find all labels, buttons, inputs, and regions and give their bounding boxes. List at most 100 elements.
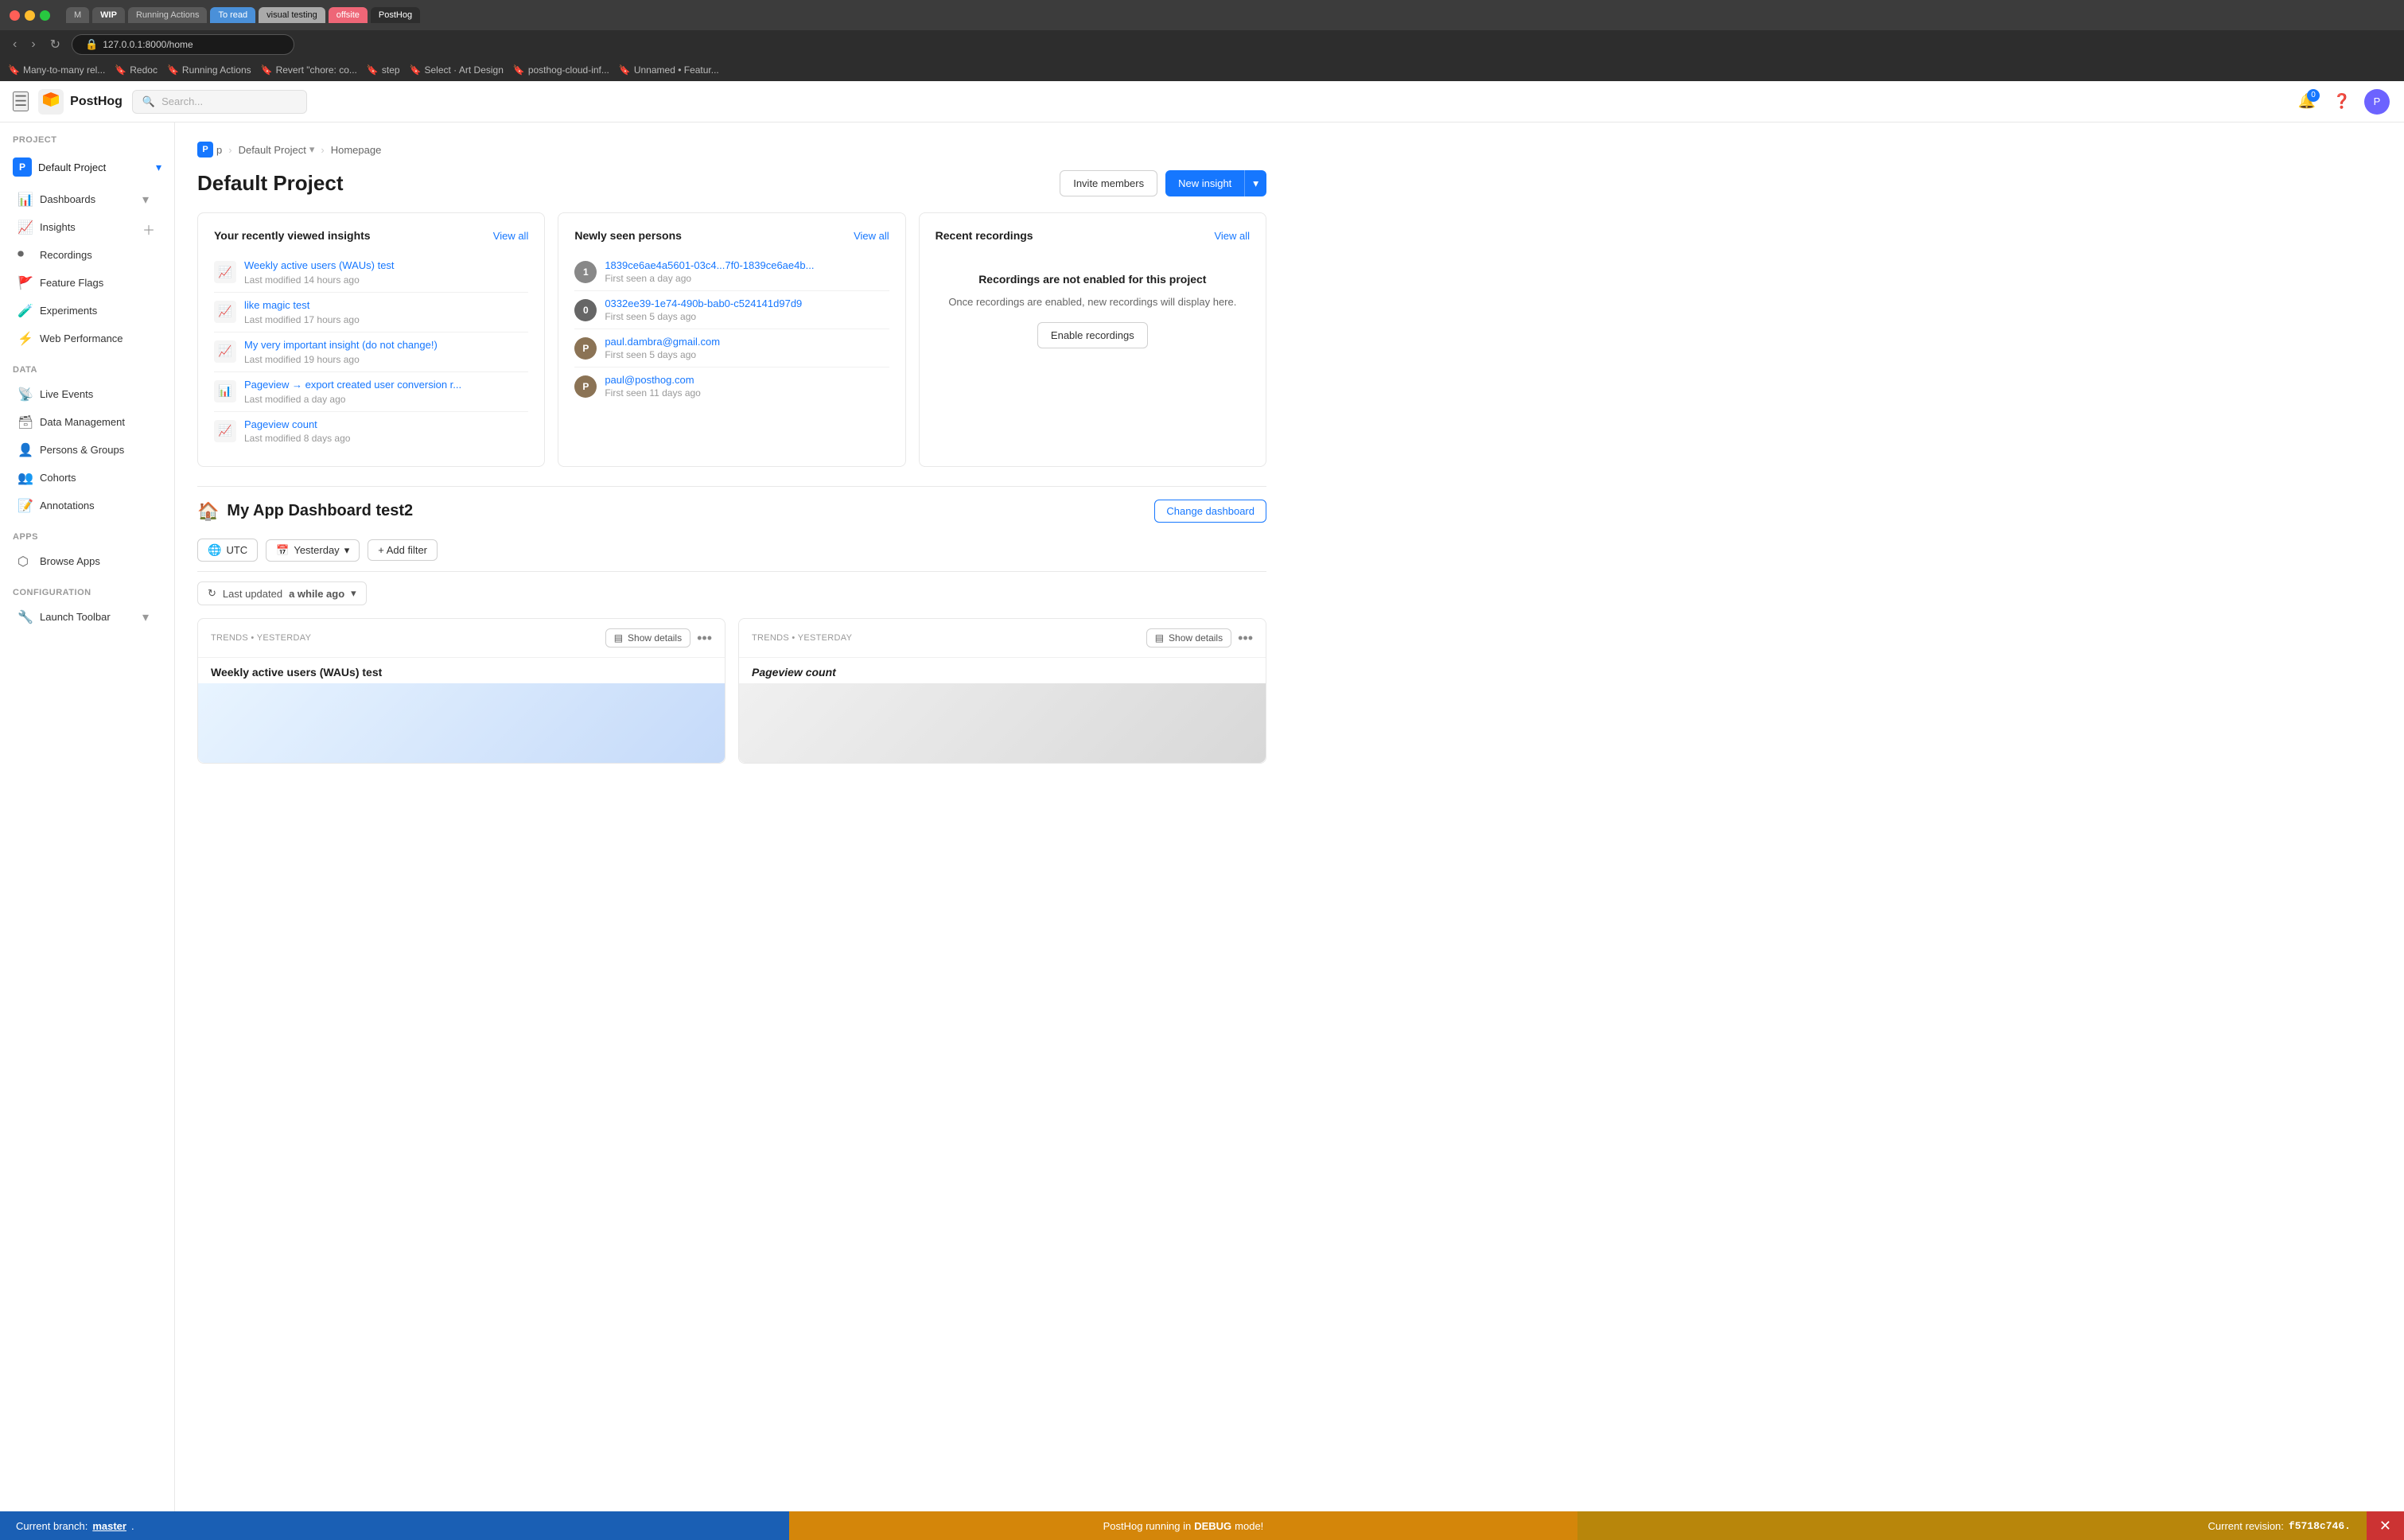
launch-toolbar-icon: 🔧 — [18, 609, 32, 624]
bookmark-many-to-many[interactable]: 🔖 Many-to-many rel... — [8, 64, 105, 76]
sidebar-label-live-events: Live Events — [40, 388, 157, 400]
sidebar-item-feature-flags[interactable]: 🚩 Feature Flags — [5, 269, 169, 296]
newly-seen-title: Newly seen persons — [574, 229, 682, 242]
recordings-view-all[interactable]: View all — [1214, 230, 1250, 242]
browser-tab-offsite[interactable]: offsite — [329, 7, 368, 23]
breadcrumb-project-icon: P — [197, 142, 213, 158]
insight-name-5[interactable]: Pageview count — [244, 418, 528, 432]
nav-buttons[interactable]: ‹ › ↻ — [8, 35, 65, 54]
sidebar-item-cohorts[interactable]: 👥 Cohorts — [5, 464, 169, 491]
search-bar[interactable]: 🔍 Search... — [132, 90, 307, 114]
sidebar-item-data-management[interactable]: 🗃 Data Management — [5, 408, 169, 435]
browser-tab-posthog[interactable]: PostHog — [371, 7, 420, 23]
hamburger-menu[interactable]: ☰ — [13, 91, 29, 111]
browser-tabs: M WIP Running Actions To read visual tes… — [66, 7, 2394, 23]
breadcrumb: P p › Default Project ▾ › Homepage — [197, 142, 1266, 158]
refresh-button[interactable]: ↻ — [45, 35, 65, 54]
bookmark-posthog-cloud[interactable]: 🔖 posthog-cloud-inf... — [513, 64, 609, 76]
sidebar-item-live-events[interactable]: 📡 Live Events — [5, 380, 169, 407]
last-updated-bar[interactable]: ↻ Last updated a while ago ▾ — [197, 581, 367, 605]
show-details-button-2[interactable]: ▤ Show details — [1146, 628, 1231, 648]
bookmark-select-art[interactable]: 🔖 Select · Art Design — [410, 64, 504, 76]
user-avatar: P — [2364, 89, 2390, 115]
new-insight-dropdown[interactable]: ▾ — [1244, 170, 1266, 196]
insight-item-1: 📈 Weekly active users (WAUs) test Last m… — [214, 253, 528, 293]
more-options-button-2[interactable]: ••• — [1238, 630, 1253, 647]
person-name-1[interactable]: 1839ce6ae4a5601-03c4...7f0-1839ce6ae4b..… — [605, 259, 889, 271]
utc-filter[interactable]: 🌐 UTC — [197, 539, 258, 562]
dashboard-home-icon: 🏠 — [197, 501, 219, 522]
status-close-button[interactable]: ✕ — [2367, 1511, 2404, 1540]
forward-button[interactable]: › — [26, 35, 40, 54]
enable-recordings-button[interactable]: Enable recordings — [1037, 322, 1148, 348]
dashboard-card-1-header: TRENDS • YESTERDAY ▤ Show details ••• — [198, 619, 725, 658]
help-button[interactable]: ❓ — [2328, 88, 2356, 116]
breadcrumb-p[interactable]: P p — [197, 142, 222, 158]
sidebar-item-web-performance[interactable]: ⚡ Web Performance — [5, 325, 169, 352]
browser-tab-wip[interactable]: WIP — [92, 7, 125, 23]
sidebar-item-persons-groups[interactable]: 👤 Persons & Groups — [5, 436, 169, 463]
sidebar-item-recordings[interactable]: ⏺ Recordings — [5, 241, 169, 268]
status-debug-mode: DEBUG — [1194, 1520, 1231, 1532]
person-name-3[interactable]: paul.dambra@gmail.com — [605, 336, 889, 348]
recently-viewed-view-all[interactable]: View all — [493, 230, 529, 242]
bookmark-redoc[interactable]: 🔖 Redoc — [115, 64, 158, 76]
add-filter-button[interactable]: + Add filter — [368, 539, 438, 561]
sidebar-item-launch-toolbar[interactable]: 🔧 Launch Toolbar ▾ — [5, 603, 169, 630]
project-selector[interactable]: P Default Project ▾ — [0, 150, 174, 185]
bookmark-unnamed[interactable]: 🔖 Unnamed • Featur... — [619, 64, 719, 76]
utc-label: UTC — [226, 544, 247, 556]
notifications-button[interactable]: 🔔 0 — [2293, 88, 2321, 116]
bookmark-label: posthog-cloud-inf... — [528, 64, 609, 76]
back-button[interactable]: ‹ — [8, 35, 21, 54]
address-bar[interactable]: 🔒 127.0.0.1:8000/home — [72, 34, 294, 55]
date-filter[interactable]: 📅 Yesterday ▾ — [266, 539, 360, 562]
person-name-4[interactable]: paul@posthog.com — [605, 374, 889, 386]
insight-name-3[interactable]: My very important insight (do not change… — [244, 339, 528, 352]
insight-name-4[interactable]: Pageview → export created user conversio… — [244, 379, 528, 392]
bookmark-running-actions[interactable]: 🔖 Running Actions — [167, 64, 251, 76]
insight-chart-icon-1: 📈 — [214, 261, 236, 283]
person-meta-1: First seen a day ago — [605, 273, 889, 284]
maximize-window-btn[interactable] — [40, 10, 50, 21]
cohorts-icon: 👥 — [18, 470, 32, 484]
person-name-2[interactable]: 0332ee39-1e74-490b-bab0-c524141d97d9 — [605, 298, 889, 309]
show-details-button-1[interactable]: ▤ Show details — [605, 628, 690, 648]
sidebar-item-annotations[interactable]: 📝 Annotations — [5, 492, 169, 519]
bookmark-icon: 🔖 — [410, 64, 422, 76]
window-controls[interactable] — [10, 10, 50, 21]
recent-recordings-header: Recent recordings View all — [936, 229, 1250, 242]
user-menu-button[interactable]: P — [2363, 88, 2391, 116]
breadcrumb-project-label: Default Project — [239, 144, 306, 156]
insight-name-2[interactable]: like magic test — [244, 299, 528, 313]
sidebar-item-dashboards[interactable]: 📊 Dashboards ▾ — [5, 185, 169, 212]
invite-members-button[interactable]: Invite members — [1060, 170, 1157, 196]
minimize-window-btn[interactable] — [25, 10, 35, 21]
browser-tab-actions[interactable]: Running Actions — [128, 7, 208, 23]
logo: PostHog — [38, 89, 123, 115]
bookmark-revert[interactable]: 🔖 Revert "chore: co... — [261, 64, 357, 76]
launch-toolbar-chevron-icon: ▾ — [142, 609, 157, 624]
chevron-down-icon[interactable]: ▾ — [142, 192, 157, 206]
more-options-button-1[interactable]: ••• — [697, 630, 712, 647]
breadcrumb-default-project[interactable]: Default Project ▾ — [239, 143, 315, 156]
persons-list: 1 1839ce6ae4a5601-03c4...7f0-1839ce6ae4b… — [574, 253, 889, 405]
close-window-btn[interactable] — [10, 10, 20, 21]
browser-tab-gmail[interactable]: M — [66, 7, 89, 23]
sidebar-item-insights[interactable]: 📈 Insights ＋ — [5, 213, 169, 240]
dashboard-card-1-title: Weekly active users (WAUs) test — [198, 658, 725, 683]
insight-name-1[interactable]: Weekly active users (WAUs) test — [244, 259, 528, 273]
sidebar-label-dashboards: Dashboards — [40, 193, 134, 205]
sidebar-item-browse-apps[interactable]: ⬡ Browse Apps — [5, 547, 169, 574]
browser-tab-to-read[interactable]: To read — [210, 7, 255, 23]
status-bar-center: PostHog running in DEBUG mode! — [789, 1511, 1578, 1540]
show-details-label-1: Show details — [628, 632, 682, 644]
add-insight-icon[interactable]: ＋ — [142, 220, 157, 234]
newly-seen-view-all[interactable]: View all — [854, 230, 889, 242]
sidebar-item-experiments[interactable]: 🧪 Experiments — [5, 297, 169, 324]
change-dashboard-button[interactable]: Change dashboard — [1154, 500, 1266, 523]
bookmark-step[interactable]: 🔖 step — [367, 64, 400, 76]
new-insight-button[interactable]: New insight — [1165, 170, 1244, 196]
browser-tab-visual[interactable]: visual testing — [259, 7, 325, 23]
status-center-suffix: mode! — [1235, 1520, 1263, 1532]
